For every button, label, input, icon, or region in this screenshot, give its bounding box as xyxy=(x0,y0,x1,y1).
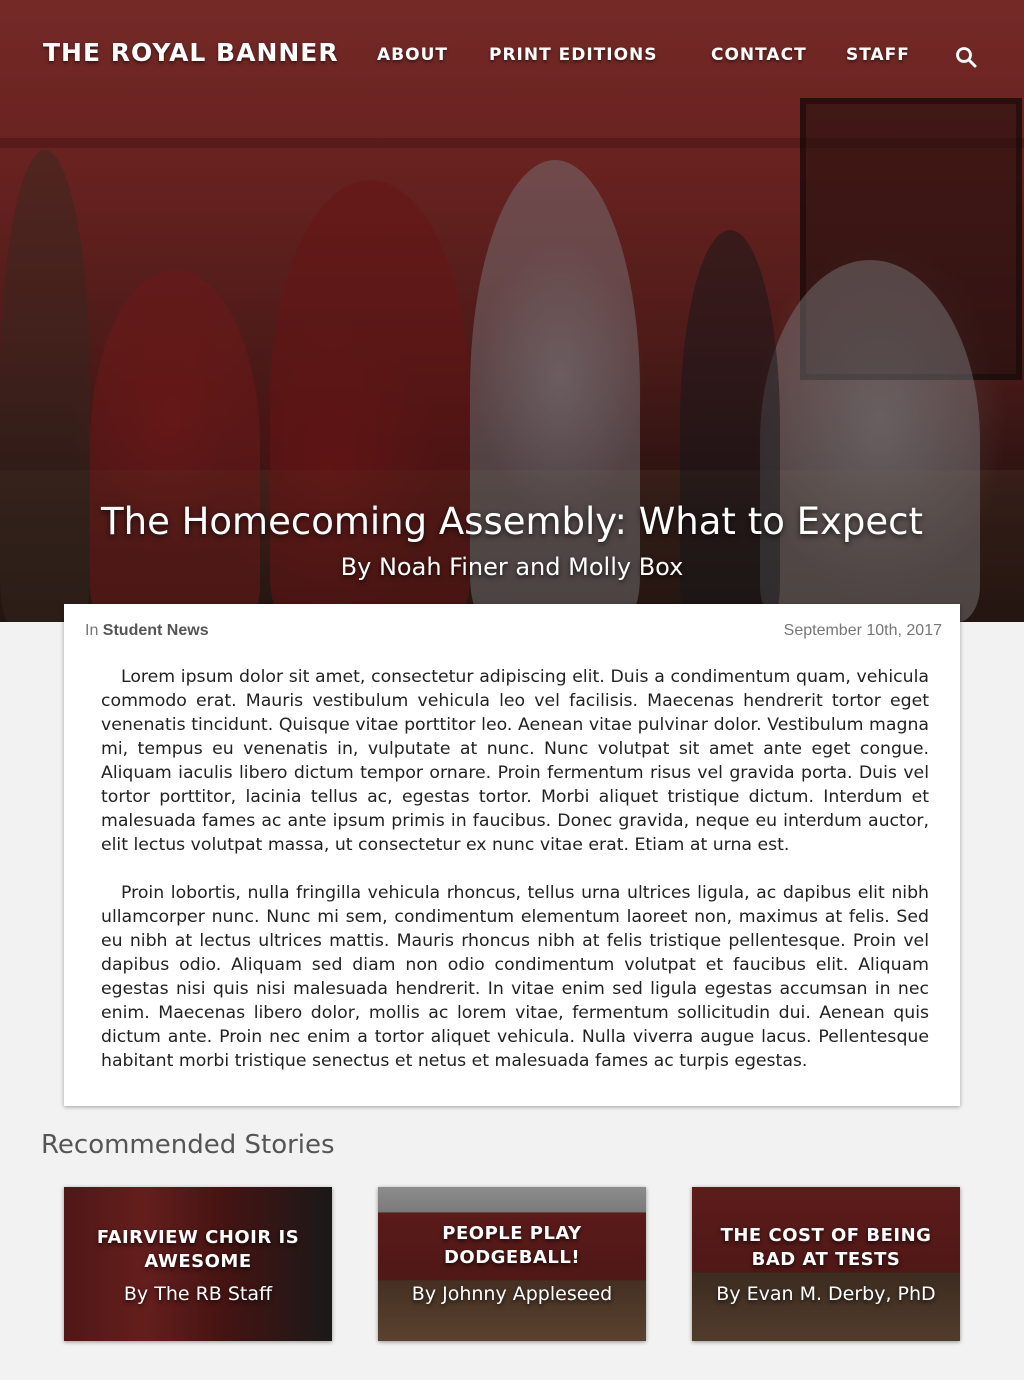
article-title: The Homecoming Assembly: What to Expect xyxy=(101,500,923,543)
site-brand[interactable]: THE ROYAL BANNER xyxy=(43,38,339,67)
story-title: PEOPLE PLAY DODGEBALL! xyxy=(442,1223,582,1268)
nav-contact[interactable]: CONTACT xyxy=(711,45,807,65)
story-title: FAIRVIEW CHOIR IS AWESOME xyxy=(96,1227,300,1272)
article-date: September 10th, 2017 xyxy=(783,622,942,639)
article-byline: By Noah Finer and Molly Box xyxy=(340,553,684,581)
recommended-story-card[interactable]: PEOPLE PLAY DODGEBALL! By Johnny Applese… xyxy=(378,1187,646,1341)
article-card: In Student News September 10th, 2017 Lor… xyxy=(64,604,960,1106)
nav-staff[interactable]: STAFF xyxy=(846,45,910,65)
recommended-heading: Recommended Stories xyxy=(41,1130,335,1160)
nav-print-editions[interactable]: PRINT EDITIONS xyxy=(489,45,658,65)
article-paragraph: Lorem ipsum dolor sit amet, consectetur … xyxy=(101,667,929,855)
search-icon[interactable] xyxy=(954,45,978,69)
article-body: Lorem ipsum dolor sit amet, consectetur … xyxy=(101,665,929,1097)
nav-about[interactable]: ABOUT xyxy=(377,45,448,65)
article-paragraph: Proin lobortis, nulla fringilla vehicula… xyxy=(101,883,929,1071)
article-category: In Student News xyxy=(85,622,209,640)
category-prefix: In xyxy=(85,622,99,639)
story-title: THE COST OF BEING BAD AT TESTS xyxy=(720,1225,932,1270)
story-byline: By Johnny Appleseed xyxy=(411,1283,613,1305)
category-link[interactable]: Student News xyxy=(103,622,209,639)
recommended-story-card[interactable]: FAIRVIEW CHOIR IS AWESOME By The RB Staf… xyxy=(64,1187,332,1341)
story-byline: By Evan M. Derby, PhD xyxy=(716,1283,936,1305)
recommended-story-card[interactable]: THE COST OF BEING BAD AT TESTS By Evan M… xyxy=(692,1187,960,1341)
story-byline: By The RB Staff xyxy=(123,1283,273,1305)
